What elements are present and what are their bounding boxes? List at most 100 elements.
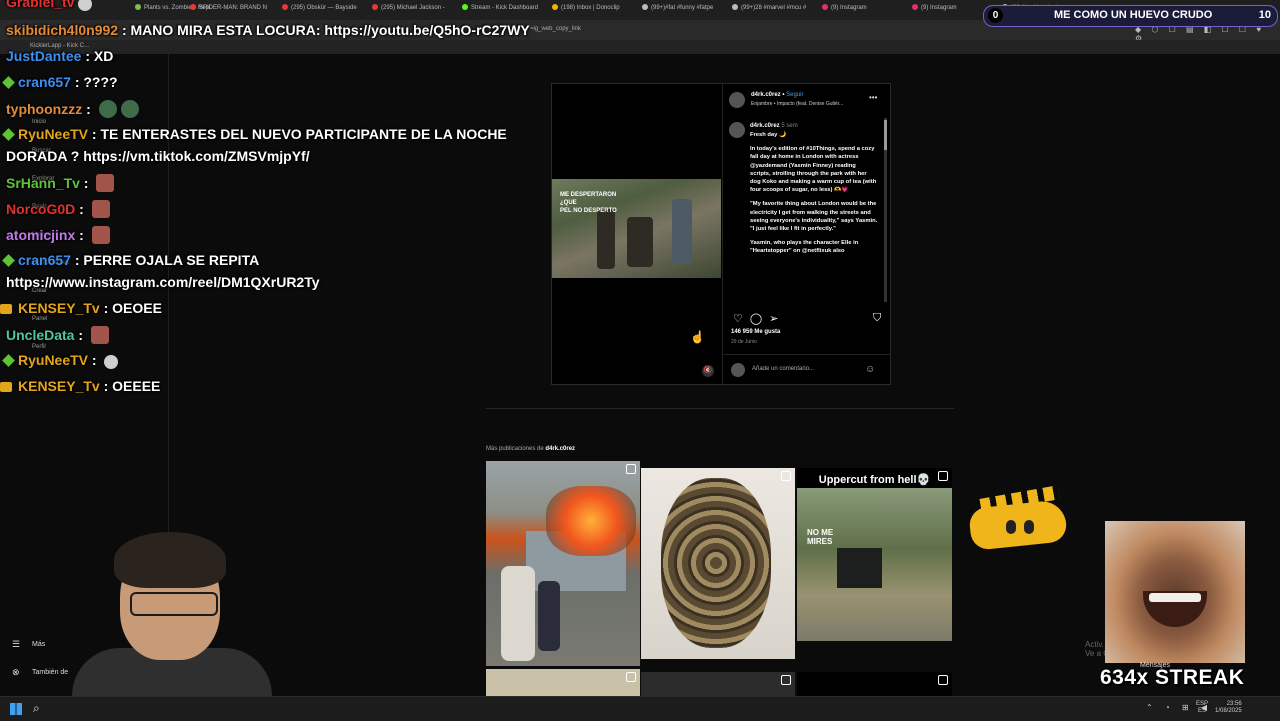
address-text[interactable]: =ig_web_copy_link [530,26,581,32]
goal-counter: 0 ME COMO UN HUEVO CRUDO 10 [983,5,1278,27]
chat-username[interactable]: cran657 [18,252,71,268]
browser-tab[interactable]: (9) Instagram [822,4,867,11]
chat-username[interactable]: KENSEY_Tv [18,378,100,394]
comment-input[interactable]: Añade un comentario... [752,366,814,372]
browser-tab[interactable]: (99+)28 #marvel #mcu # [732,4,806,11]
chat-username[interactable]: Grabiel_tv [6,0,74,10]
chat-username[interactable]: RyuNeeTV [18,352,88,368]
chat-text: : [88,352,101,368]
tab-label: (99+)28 #marvel #mcu # [741,5,807,11]
more-post-thumbnail[interactable] [486,669,640,696]
share-icon[interactable]: ➢ [769,313,778,325]
chat-emote-icon [91,200,110,218]
chat-message: UncleData : [6,326,109,344]
chat-username[interactable]: skibidich4l0n992 [6,22,118,38]
browser-tab[interactable]: (9) Instagram [912,4,957,11]
follow-button[interactable]: Seguir [786,92,803,98]
chat-text: DORADA ? https://vm.tiktok.com/ZMSVmjpYf… [6,148,310,164]
chat-text: : OEEEE [99,378,161,394]
chat-message: RyuNeeTV : [0,352,119,369]
chat-message: skibidich4l0n992 : MANO MIRA ESTA LOCURA… [6,22,530,38]
chat-text: : XD [81,48,114,64]
chat-text: : TE ENTERASTES DEL NUEVO PARTICIPANTE D… [88,126,507,142]
tab-label: (99+)#fat #funny #fatpe [651,5,714,11]
like-count[interactable]: 146 959 Me gusta [731,329,780,335]
browser-tab[interactable]: (198) Inbox | Donoclip [552,4,620,11]
chat-emote-icon [98,100,117,118]
nav-tambien-de[interactable]: También de [32,669,68,676]
chat-text: : OEOEE [99,300,162,316]
emote-eye [1006,520,1016,534]
clock-time: 23:56 [1226,701,1242,707]
post-username[interactable]: d4rk.c0rez [751,92,781,98]
chat-emote-icon [78,0,93,11]
thumbnail-image: NO ME MIRES [797,488,952,641]
chat-username[interactable]: JustDantee [6,48,81,64]
chat-username[interactable]: RyuNeeTV [18,126,88,142]
nav-mas[interactable]: Más [32,641,45,648]
fire-shape [546,486,636,556]
search-icon[interactable]: ⌕ [33,701,40,716]
chat-text: : MANO MIRA ESTA LOCURA: https://youtu.b… [118,22,530,38]
clock[interactable]: 23:56 1/08/2025 [1215,701,1242,715]
more-post-thumbnail[interactable] [797,672,952,696]
clock-date: 1/08/2025 [1215,708,1242,714]
threads-icon[interactable]: ⊗ [12,667,20,678]
truck-shape [837,548,882,588]
counter-left-value: 0 [988,8,1003,23]
post-header: d4rk.c0rez • Seguir [751,92,804,98]
chat-emote-icon [120,100,139,118]
more-posts-user[interactable]: d4rk.c0rez [545,446,575,452]
chat-username[interactable]: SrHann_Tv [6,175,80,191]
caption-username[interactable]: d4rk.c0rez [750,123,780,129]
reel-icon [626,464,636,474]
avatar[interactable] [729,92,745,108]
more-post-thumbnail[interactable] [641,672,795,696]
chat-username[interactable]: KENSEY_Tv [18,300,100,316]
caption-ago: 5 sem [781,123,798,129]
video-frame[interactable]: ME DESPERTARON ¿QUE PEL NO DESPERTO [552,179,721,278]
glasses-shape [130,592,218,616]
chat-text: : [82,101,95,117]
tab-favicon-icon [732,4,738,10]
crown-badge-icon [0,304,12,314]
caption-paragraph: Yasmin, who plays the character Elle in … [750,240,859,255]
comment-icon[interactable]: ◯ [750,313,762,325]
emoji-icon[interactable]: ☺ [865,364,875,375]
chat-username[interactable]: cran657 [18,74,71,90]
browser-tab[interactable]: (99+)#fat #funny #fatpe [642,4,713,11]
reel-icon [938,675,948,685]
chat-username[interactable]: NorcoG0D [6,201,75,217]
caption-scrollbar[interactable] [884,118,887,302]
more-post-thumbnail[interactable] [641,468,795,659]
scrollbar-thumb[interactable] [884,120,887,150]
mute-icon[interactable]: 🔇 [702,365,714,377]
more-post-thumbnail[interactable] [486,461,640,666]
language-indicator[interactable]: ESP ES [1196,701,1208,715]
hair-shape [114,532,226,588]
tab-label: (9) Instagram [831,5,867,11]
save-icon[interactable]: ⛉ [873,312,881,325]
chat-emote-icon [96,174,115,192]
windows-start-icon[interactable] [10,703,22,715]
more-options-icon[interactable]: ••• [869,93,877,102]
chat-username[interactable]: UncleData [6,327,74,343]
chat-message: typhoonzzz : [6,100,139,118]
chat-message: RyuNeeTV : TE ENTERASTES DEL NUEVO PARTI… [0,126,507,142]
caption-paragraph: "My favorite thing about London would be… [750,201,878,233]
avatar[interactable] [729,122,745,138]
post-song[interactable]: Enjambre • Impacto (feat. Denise Gutiér.… [751,101,843,107]
more-post-thumbnail[interactable]: Uppercut from hell💀 NO ME MIRES [797,468,952,641]
more-posts-title: Más publicaciones de d4rk.c0rez [486,446,575,452]
windows-taskbar: ⌕ ⌃ ◔ ⊞ ◀ ESP ES 23:56 1/08/2025 [0,696,1280,721]
caption-paragraph: Fresh day 🌙 [750,132,787,138]
reel-icon [938,471,948,481]
like-icon[interactable]: ♡ [733,313,743,325]
menu-icon[interactable]: ☰ [12,639,20,650]
chat-emote-icon [90,326,109,344]
divider [486,408,954,409]
chat-message: NorcoG0D : [6,200,110,218]
kick-emote [962,485,1077,551]
chat-username[interactable]: atomicjinx [6,227,75,243]
chat-username[interactable]: typhoonzzz [6,101,82,117]
